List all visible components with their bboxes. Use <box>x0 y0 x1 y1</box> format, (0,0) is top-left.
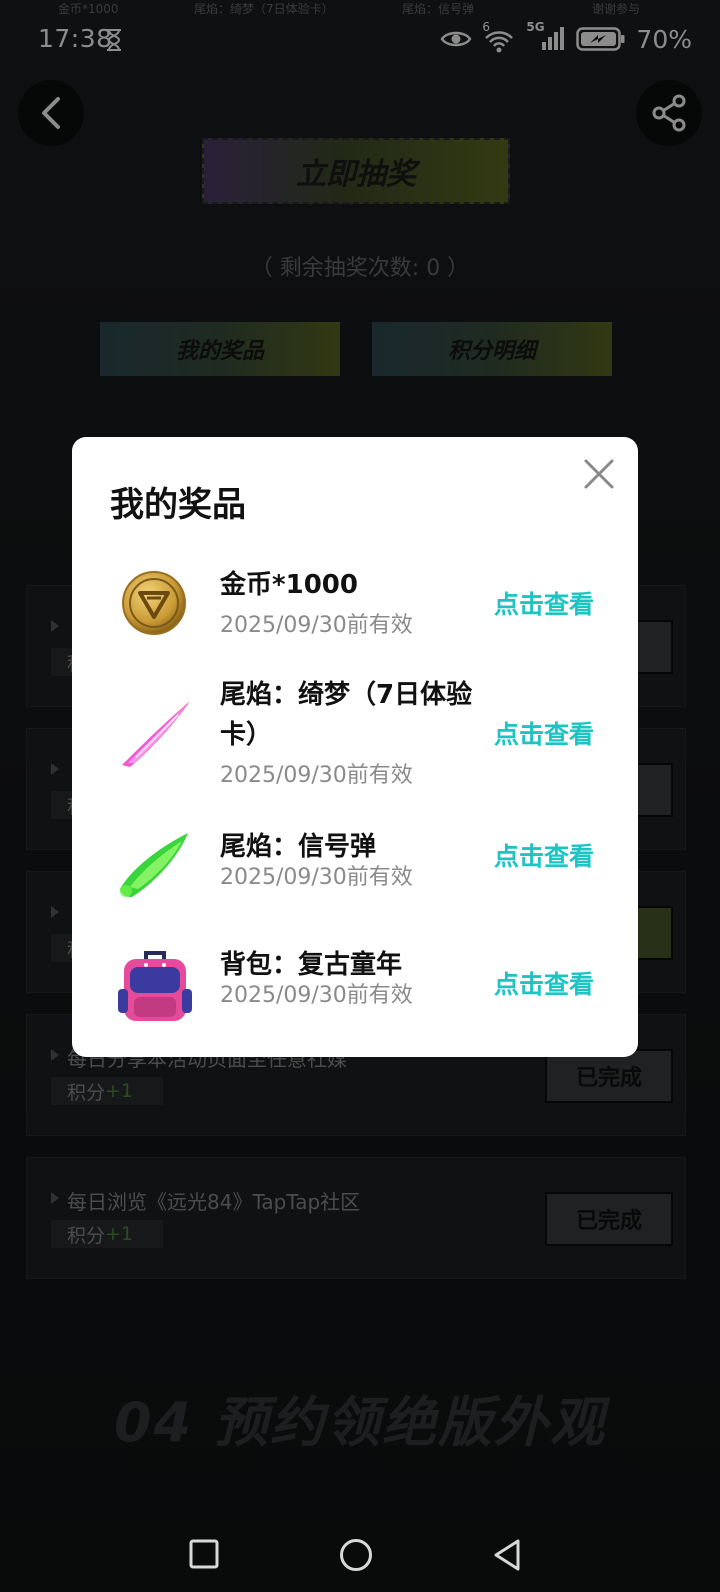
view-prize-link[interactable]: 点击查看 <box>494 585 594 621</box>
view-prize-link[interactable]: 点击查看 <box>494 837 594 873</box>
prize-valid-date: 2025/09/30前有效 <box>220 983 413 1008</box>
green-trail-icon <box>120 833 188 897</box>
gold-coin-icon <box>122 571 186 635</box>
prize-valid-date: 2025/09/30前有效 <box>220 613 413 638</box>
home-button[interactable] <box>339 1538 373 1572</box>
recent-apps-button[interactable] <box>188 1538 220 1570</box>
pink-trail-icon <box>122 701 190 767</box>
system-nav-bar <box>0 1516 720 1592</box>
view-prize-link[interactable]: 点击查看 <box>494 715 594 751</box>
prize-valid-date: 2025/09/30前有效 <box>220 763 413 788</box>
backpack-icon <box>118 951 192 1021</box>
prize-name: 尾焰：绮梦（7日体验卡） <box>220 680 473 750</box>
prize-valid-date: 2025/09/30前有效 <box>220 865 413 890</box>
my-prizes-modal: 我的奖品 金币*1000 2025/09/30前有效 点击查看 尾焰：绮梦（7日… <box>72 437 638 1057</box>
view-prize-link[interactable]: 点击查看 <box>494 965 594 1001</box>
prize-name: 金币*1000 <box>220 570 358 600</box>
close-icon[interactable] <box>582 457 616 491</box>
back-nav-button[interactable] <box>492 1538 522 1572</box>
modal-title: 我的奖品 <box>110 485 246 525</box>
